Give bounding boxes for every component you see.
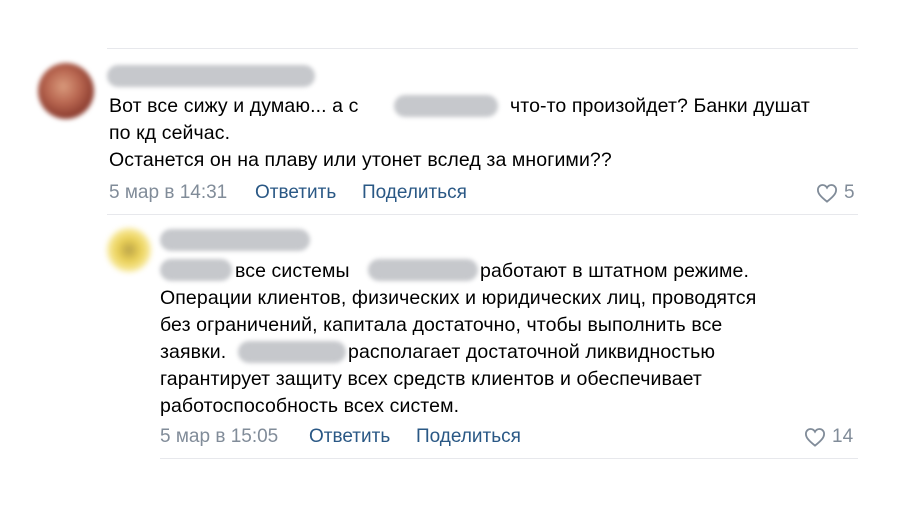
reply-button[interactable]: Ответить [255,181,336,205]
share-button[interactable]: Поделиться [416,425,521,449]
like-count: 14 [832,426,854,447]
like-count: 5 [844,182,855,203]
heart-outline-icon [804,428,826,447]
comment-divider [107,214,858,215]
comment-date[interactable]: 5 мар в 14:31 [109,181,227,205]
comment-text-line: без ограничений, капитала достаточно, чт… [160,314,723,336]
comment-text-line: работоспособность всех систем. [160,395,460,417]
comment-date[interactable]: 5 мар в 15:05 [160,425,278,449]
redacted-author-name[interactable] [160,229,310,251]
comment-text-line: Операции клиентов, физических и юридичес… [160,287,757,309]
like-button[interactable]: 5 [816,181,855,205]
comment-text-line: Вот все сижу и думаю... а с [109,95,359,117]
redacted-text [160,259,232,281]
comment-text-line: заявки. [160,341,227,363]
avatar[interactable] [38,63,94,119]
avatar[interactable] [107,228,151,272]
comment-text-line: располагает достаточной ликвидностью [348,341,716,363]
redacted-author-name[interactable] [107,65,315,87]
comment-text-line: Останется он на плаву или утонет вслед з… [109,149,612,171]
top-divider [107,48,858,49]
heart-outline-icon [816,184,838,203]
share-button[interactable]: Поделиться [362,181,467,205]
like-button[interactable]: 14 [804,425,853,449]
comment-text-line: работают в штатном режиме. [480,260,749,282]
comment-text-line: по кд сейчас. [109,122,231,144]
comment-text-line: гарантирует защиту всех средств клиентов… [160,368,702,390]
reply-button[interactable]: Ответить [309,425,390,449]
comment-text-line: все системы [235,260,350,282]
redacted-text [368,259,478,281]
redacted-text [238,341,346,363]
comment-text-line: что-то произойдет? Банки душат [510,95,810,117]
bottom-divider [160,458,858,459]
redacted-text [394,95,498,117]
